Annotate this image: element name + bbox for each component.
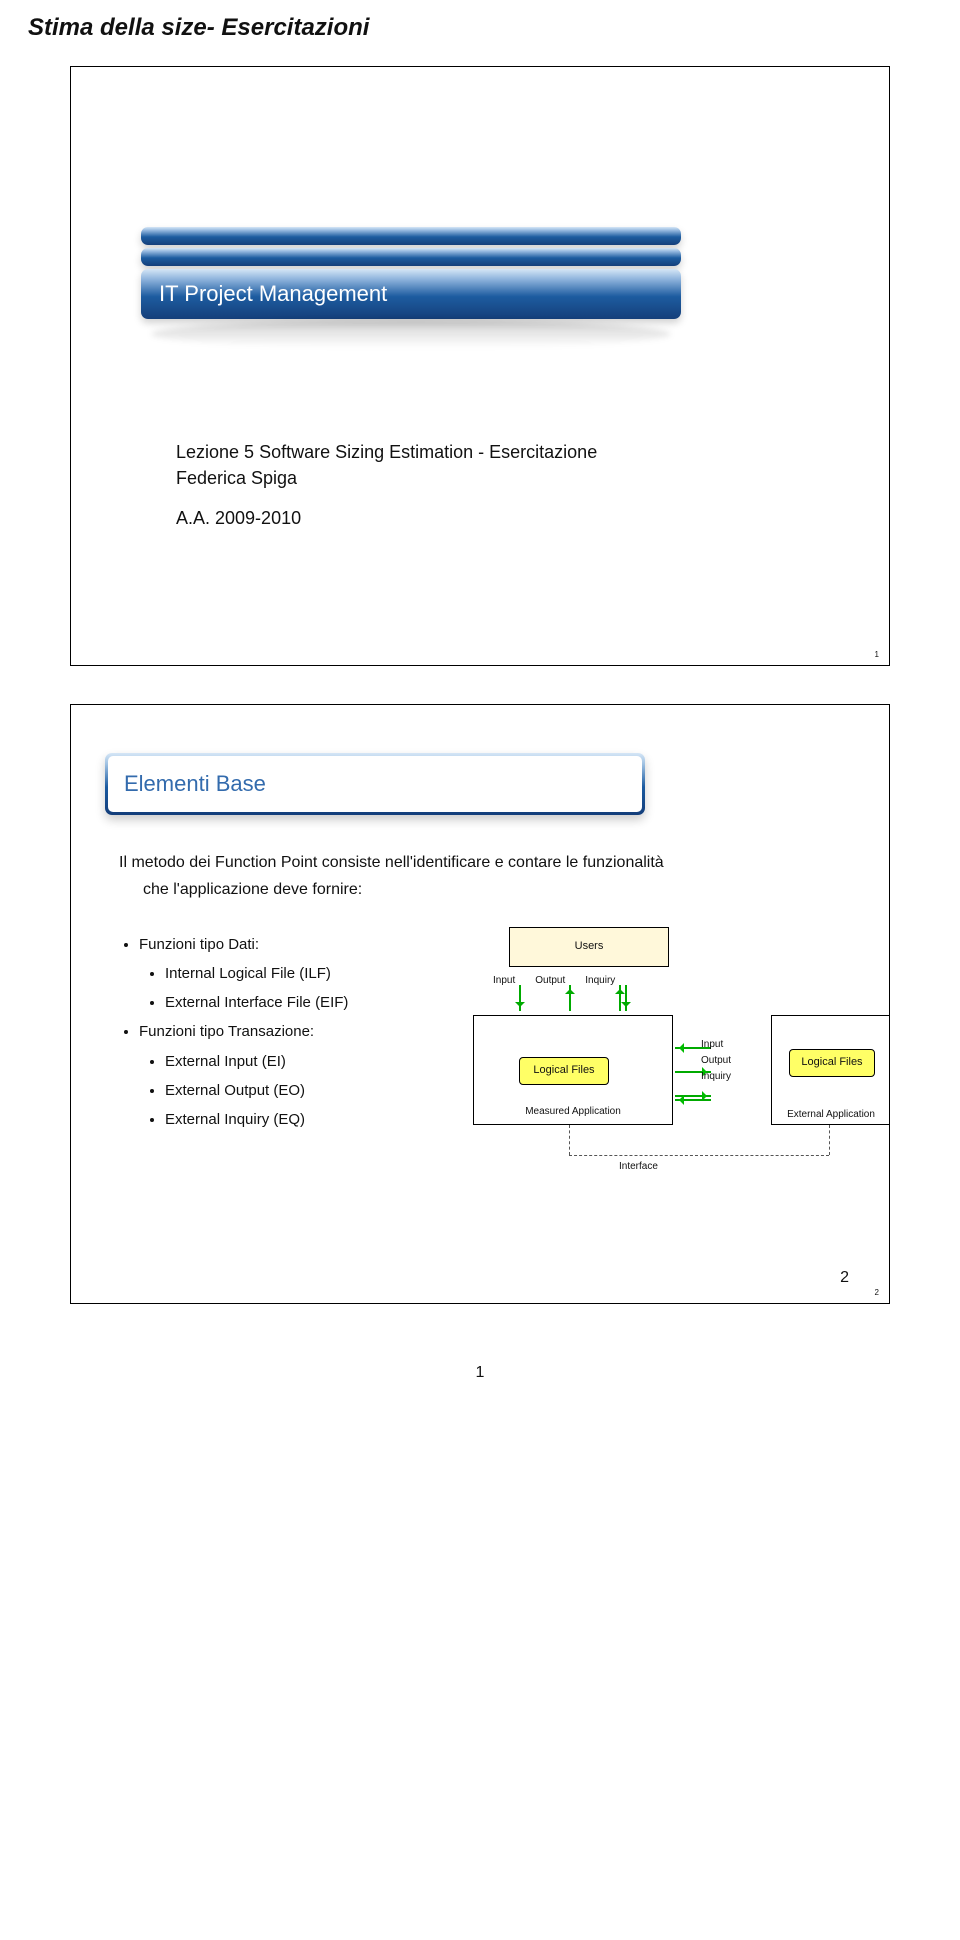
slide2-intro-2: che l'applicazione deve fornire: (119, 878, 841, 903)
arrow-output-up (569, 985, 571, 1011)
diagram-measured-label: Measured Application (474, 1104, 672, 1120)
diagram-users-box: Users (509, 927, 669, 967)
diagram-users-label: Users (575, 938, 604, 955)
lf2-label: Logical Files (801, 1054, 862, 1071)
list-l2b: External Output (EO) (165, 1079, 449, 1102)
slide-2: Elementi Base Il metodo dei Function Poi… (70, 704, 890, 1304)
mid-output: Output (701, 1053, 731, 1069)
slide1-slidenum: 1 (875, 650, 879, 659)
list-l2c: External Inquiry (EQ) (165, 1108, 449, 1131)
arrow-input-down (519, 985, 521, 1011)
slide2-pagenum: 2 (840, 1269, 849, 1287)
diagram-logical-files-2: Logical Files (789, 1049, 875, 1077)
title-bar-decor-2 (141, 248, 681, 266)
interface-dash-1 (569, 1125, 571, 1155)
footer-pagenum: 1 (0, 1324, 960, 1412)
interface-label: Interface (619, 1159, 658, 1175)
io-output: Output (535, 973, 565, 989)
title-shadow (151, 320, 671, 348)
slide2-intro-1: Il metodo dei Function Point consiste ne… (119, 851, 841, 876)
mid-inquiry: Inquiry (701, 1069, 731, 1085)
list-l1: Funzioni tipo Dati: (139, 936, 259, 953)
io-input: Input (493, 973, 515, 989)
diagram-mid-labels: Input Output Inquiry (701, 1037, 731, 1085)
slide1-title-bar: IT Project Management (141, 269, 681, 319)
mid-input: Input (701, 1037, 731, 1053)
slide2-body: Il metodo dei Function Point consiste ne… (119, 851, 841, 1187)
interface-dash-3 (829, 1125, 831, 1155)
page-header: Stima della size- Esercitazioni (0, 0, 960, 48)
slide-1: IT Project Management Lezione 5 Software… (70, 66, 890, 666)
slide2-list: Funzioni tipo Dati: Internal Logical Fil… (119, 927, 449, 1187)
diagram-external-label: External Application (771, 1107, 890, 1123)
slide1-title: IT Project Management (159, 281, 387, 307)
list-l1b: External Interface File (EIF) (165, 991, 449, 1014)
slide2-slidenum: 2 (875, 1288, 879, 1297)
arrow-inquiry-down-1 (625, 985, 627, 1011)
slide-1-container: IT Project Management Lezione 5 Software… (0, 48, 960, 686)
slide2-title-frame: Elementi Base (105, 753, 645, 815)
lf1-label: Logical Files (533, 1062, 594, 1079)
arrow-mid-inquiry-2 (675, 1099, 711, 1101)
list-l1a: Internal Logical File (ILF) (165, 962, 449, 985)
list-l2a: External Input (EI) (165, 1050, 449, 1073)
diagram-top-io-labels: Input Output Inquiry (493, 973, 615, 989)
title-bar-decor-1 (141, 227, 681, 245)
io-inquiry: Inquiry (585, 973, 615, 989)
slide1-subtitle-block: Lezione 5 Software Sizing Estimation - E… (176, 439, 597, 531)
slide2-title-inner: Elementi Base (108, 756, 642, 812)
slide2-title: Elementi Base (124, 771, 266, 797)
list-l2: Funzioni tipo Transazione: (139, 1023, 314, 1040)
slide-2-container: Elementi Base Il metodo dei Function Poi… (0, 686, 960, 1324)
diagram-logical-files-1: Logical Files (519, 1057, 609, 1085)
slide2-columns: Funzioni tipo Dati: Internal Logical Fil… (119, 927, 841, 1187)
slide2-diagram: Users Input Output Inquiry Measured Appl… (449, 927, 841, 1187)
slide1-subtitle-line1: Lezione 5 Software Sizing Estimation - E… (176, 439, 597, 465)
slide1-subtitle-line3: A.A. 2009-2010 (176, 505, 597, 531)
slide1-title-stack: IT Project Management (141, 227, 681, 348)
interface-dash-2 (569, 1155, 829, 1156)
slide1-subtitle-line2: Federica Spiga (176, 465, 597, 491)
